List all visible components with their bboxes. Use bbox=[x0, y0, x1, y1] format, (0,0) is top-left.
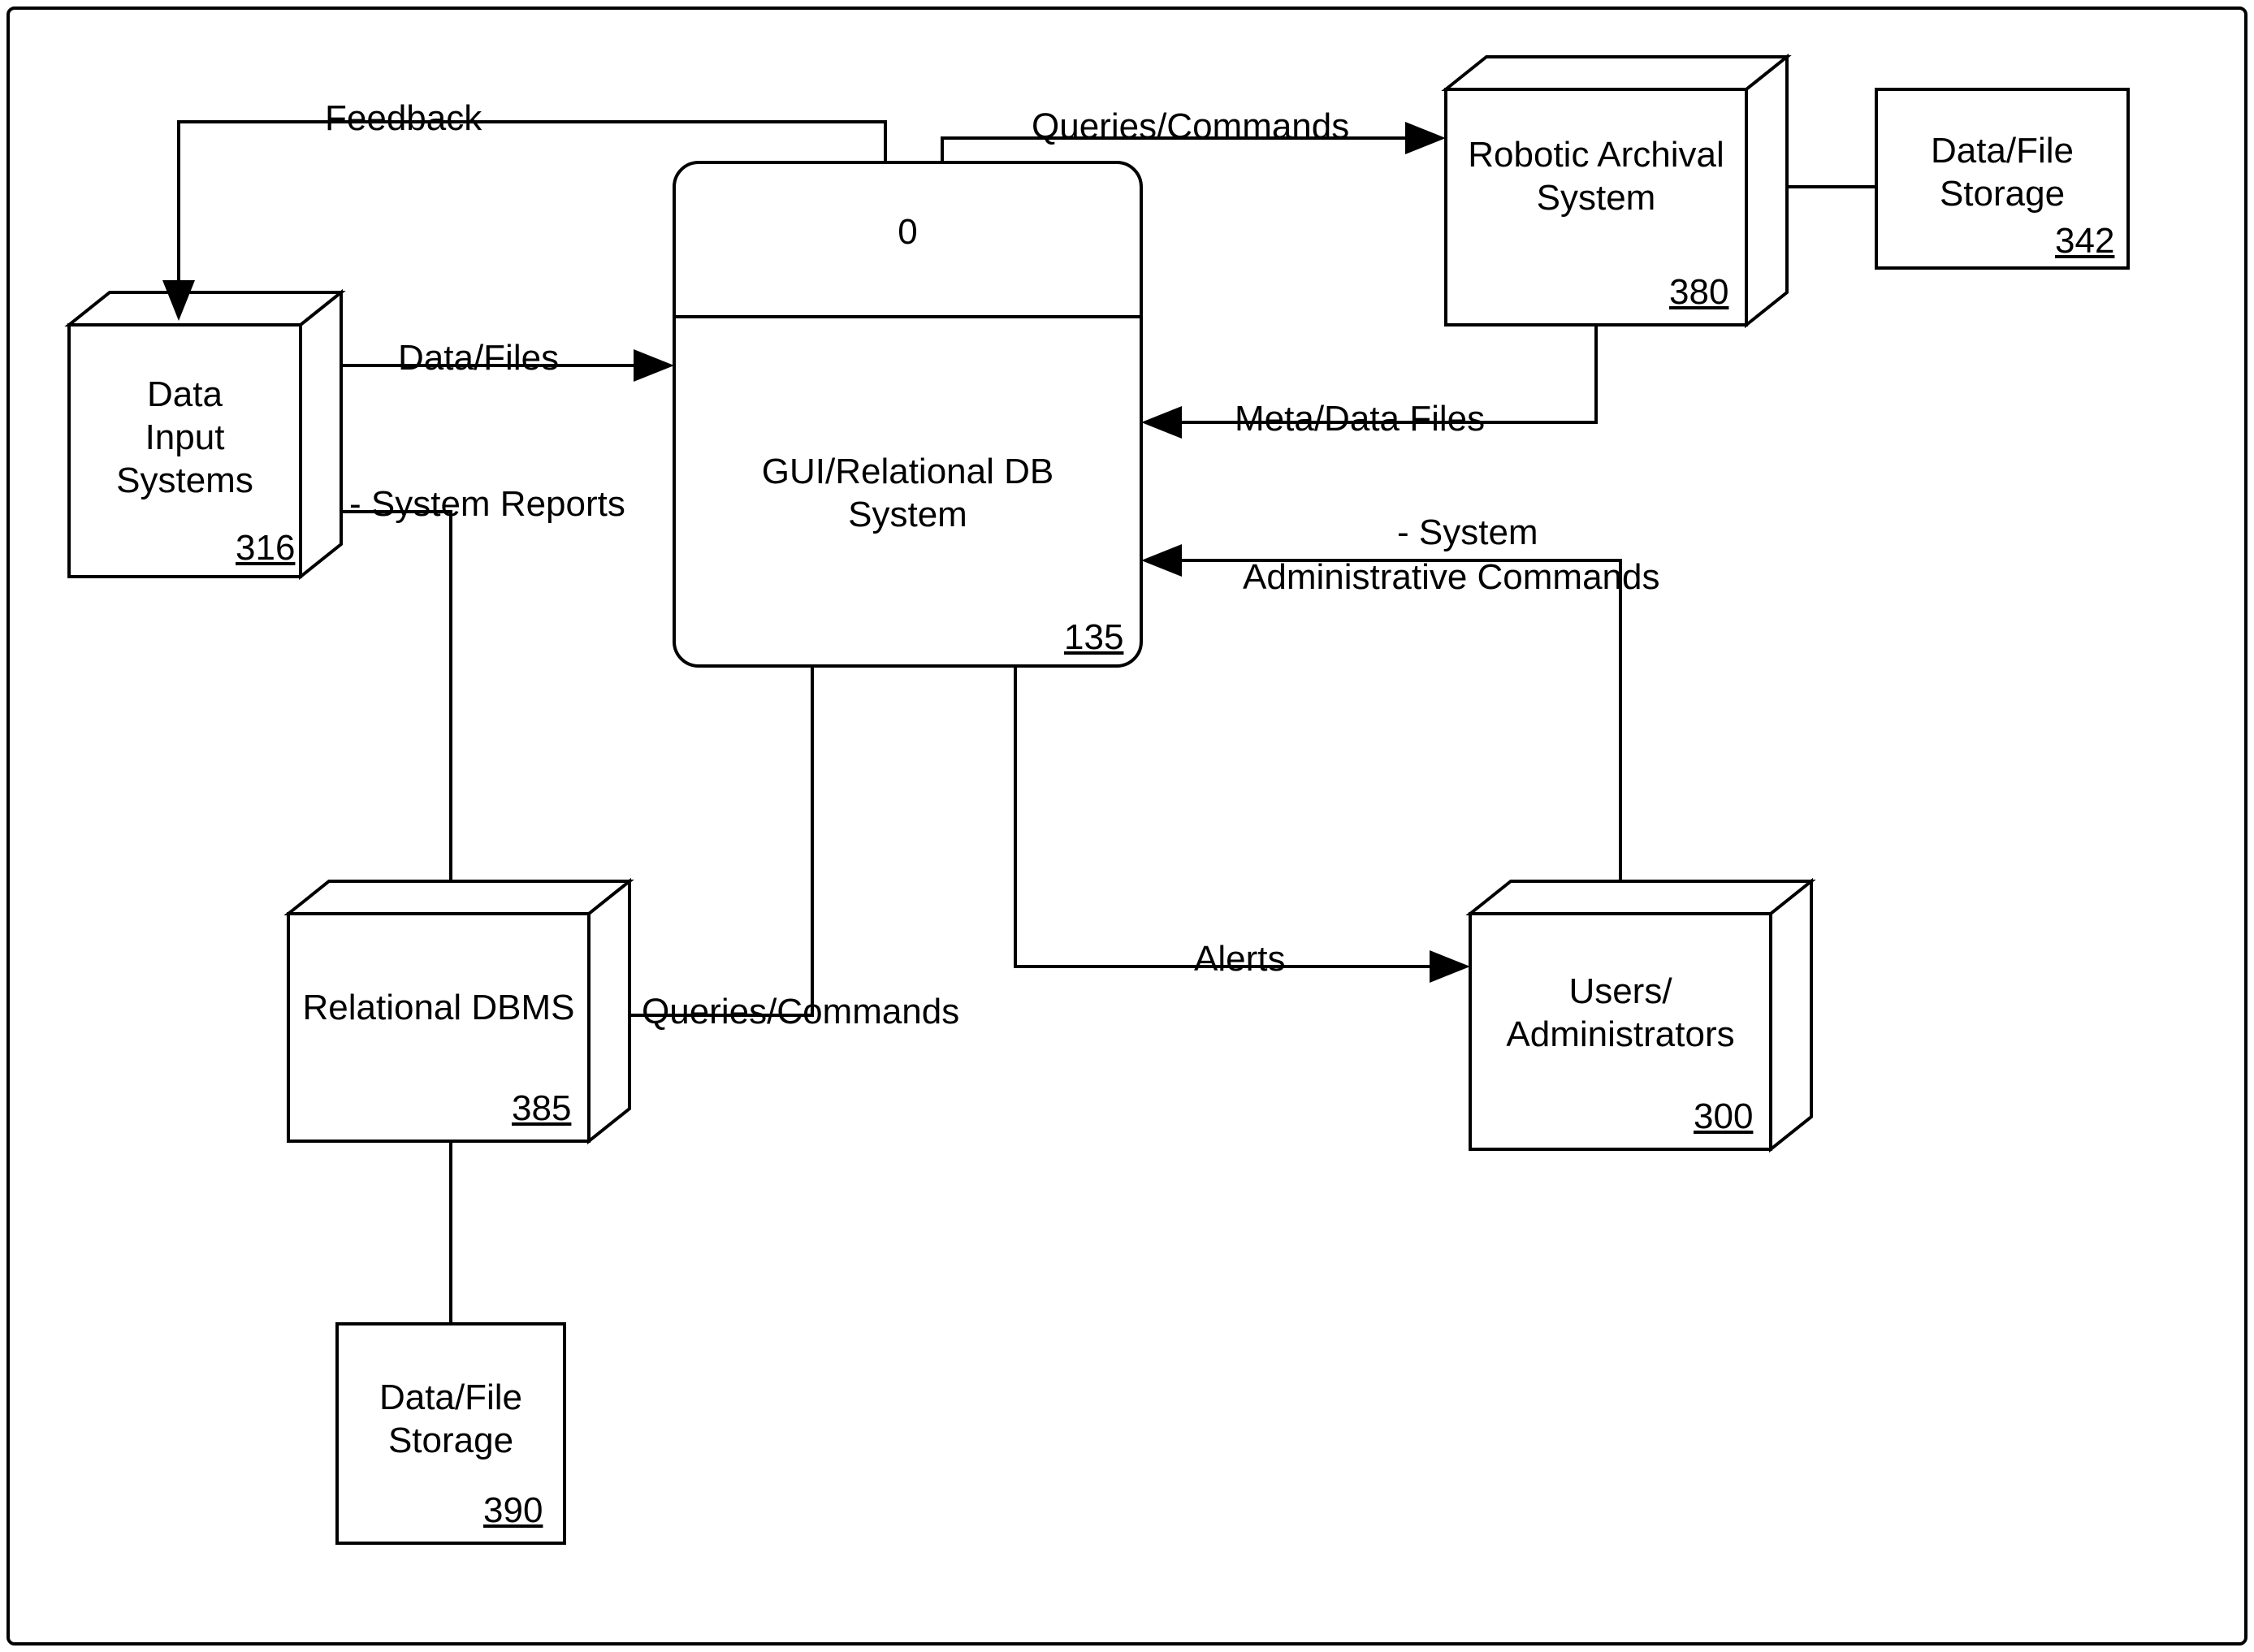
label-robotic-archival: Robotic Archival System bbox=[1446, 134, 1746, 220]
ref-data-file-storage-bottom: 390 bbox=[483, 1490, 543, 1531]
ref-relational-dbms: 385 bbox=[512, 1088, 571, 1129]
edge-label-system-admin-cmds-2: Administrative Commands bbox=[1243, 556, 1660, 599]
label-data-file-storage-top: Data/File Storage bbox=[1876, 130, 2128, 216]
label-gui-header: 0 bbox=[674, 211, 1141, 254]
label-data-input-systems: Data Input Systems bbox=[69, 374, 301, 502]
ref-gui-relational-db: 135 bbox=[1064, 617, 1123, 658]
label-data-file-storage-bottom: Data/File Storage bbox=[337, 1377, 565, 1463]
edge-label-queries-commands-top: Queries/Commands bbox=[1032, 106, 1349, 149]
edge-label-queries-commands-mid: Queries/Commands bbox=[642, 991, 959, 1034]
ref-data-input-systems: 316 bbox=[236, 528, 295, 569]
label-gui-relational-db: GUI/Relational DB System bbox=[674, 451, 1141, 537]
edge-system-reports bbox=[341, 512, 451, 881]
edge-label-system-reports: - System Reports bbox=[349, 483, 625, 526]
edge-queries-commands-mid bbox=[629, 666, 812, 1015]
diagram-canvas: Data Input Systems 316 0 GUI/Relational … bbox=[0, 0, 2254, 1652]
edge-label-system-admin-cmds-1: - System bbox=[1397, 512, 1538, 555]
ref-data-file-storage-top: 342 bbox=[2055, 221, 2114, 262]
edge-alerts bbox=[1015, 666, 1470, 983]
label-users-administrators: Users/ Administrators bbox=[1470, 971, 1771, 1057]
ref-users-administrators: 300 bbox=[1694, 1096, 1753, 1137]
edge-label-alerts: Alerts bbox=[1194, 938, 1285, 981]
label-relational-dbms: Relational DBMS bbox=[288, 987, 589, 1030]
edge-label-data-files: Data/Files bbox=[398, 337, 559, 380]
edge-label-meta-data-files: Meta/Data Files bbox=[1235, 398, 1485, 441]
ref-robotic-archival: 380 bbox=[1669, 272, 1728, 313]
edge-label-feedback: Feedback bbox=[325, 97, 482, 141]
